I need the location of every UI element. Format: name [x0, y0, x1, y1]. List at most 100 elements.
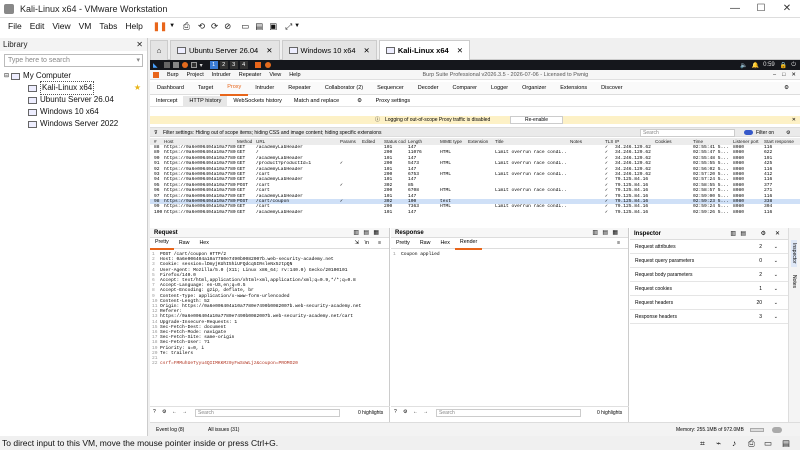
layout-icon-2[interactable]: ▤ — [740, 228, 746, 240]
tree-vm-win10[interactable]: Windows 10 x64 — [0, 106, 147, 118]
chevron-down-icon[interactable]: ⌄ — [774, 310, 778, 324]
workspace-4[interactable]: 4 — [239, 61, 248, 69]
response-tab-render[interactable]: Render — [454, 237, 483, 250]
collapse-icon[interactable]: ⊟ — [4, 70, 9, 82]
table-header[interactable]: # Host Method URL Params Edited Status code Len… — [150, 138, 800, 145]
side-tab-notes[interactable]: Notes — [791, 275, 797, 288]
chevron-down-icon[interactable]: ⌄ — [774, 254, 778, 268]
panel-menu-icon[interactable]: ▾ — [200, 62, 203, 69]
inspector-section[interactable]: Request attributes 2 ⌄ — [630, 240, 788, 254]
workspace-3[interactable]: 3 — [229, 61, 238, 69]
menu-file[interactable]: File — [8, 21, 22, 31]
burp-maximize-button[interactable]: □ — [782, 72, 785, 78]
panel-app-icon[interactable] — [163, 62, 170, 68]
dropdown-icon[interactable]: ▼ — [169, 23, 175, 29]
table-row[interactable]: 100 https://0a6e006404a10a7780... GET/acad… — [150, 210, 800, 215]
subtab-intercept[interactable]: Intercept — [150, 96, 183, 107]
library-search-input[interactable]: Type here to search ▾ — [4, 54, 143, 67]
chevron-down-icon[interactable]: ⌄ — [774, 282, 778, 296]
newline-icon[interactable]: \n — [365, 238, 369, 249]
layout-icon-3[interactable]: ▦ — [612, 228, 618, 238]
close-inspector-icon[interactable]: ✕ — [775, 228, 780, 240]
library-toggle-icon[interactable]: ▭ — [241, 21, 249, 32]
close-tab-icon[interactable]: ✕ — [457, 41, 463, 61]
tab-logger[interactable]: Logger — [484, 82, 515, 95]
tab-extensions[interactable]: Extensions — [553, 82, 594, 95]
fullscreen-dropdown-icon[interactable]: ▼ — [294, 23, 300, 29]
next-icon[interactable]: → — [182, 409, 187, 415]
layout-icon-3[interactable]: ▦ — [373, 228, 379, 238]
tree-vm-kali[interactable]: Kali-Linux x64 ★ — [0, 81, 147, 95]
send-keys-icon[interactable]: ⎙ — [183, 21, 190, 32]
menu-edit[interactable]: Edit — [30, 21, 45, 31]
network-icon[interactable]: ⌗ — [700, 436, 705, 450]
response-tab-raw[interactable]: Raw — [415, 238, 436, 249]
messages-icon[interactable]: ▤ — [782, 436, 790, 450]
menu-tabs[interactable]: Tabs — [99, 21, 117, 31]
tab-dashboard[interactable]: Dashboard — [150, 82, 191, 95]
pause-icon[interactable]: ❚❚ — [153, 21, 167, 32]
settings-gear-icon[interactable]: ⚙ — [777, 82, 796, 95]
request-tab-raw[interactable]: Raw — [174, 238, 195, 249]
printer-icon[interactable]: ⎙ — [748, 436, 755, 450]
burp-menu-project[interactable]: Project — [187, 72, 204, 78]
close-library-icon[interactable]: ✕ — [136, 38, 143, 51]
next-icon[interactable]: → — [423, 409, 428, 415]
layout-icon-2[interactable]: ▤ — [363, 228, 369, 238]
snapshot-icon[interactable]: ⟲ — [198, 21, 205, 32]
prev-icon[interactable]: ← — [172, 409, 177, 415]
side-tab-inspector[interactable]: Inspector — [791, 240, 797, 267]
request-editor[interactable]: 1 POST /cart/coupon HTTP/2 2 Host: 0a6e0064… — [150, 249, 389, 407]
vm-screen[interactable]: ◣ ▾ 1 2 3 4 🔈 🔔 0:59 🔒 ⏻ Burp Project In… — [150, 60, 800, 436]
subtab-websockets-history[interactable]: WebSockets history — [227, 96, 288, 107]
firefox-icon[interactable] — [181, 62, 188, 68]
burp-menu-burp[interactable]: Burp — [167, 72, 179, 78]
response-tab-pretty[interactable]: Pretty — [391, 238, 415, 249]
tree-vm-ubuntu[interactable]: Ubuntu Server 26.04 — [0, 94, 147, 106]
thumbnail-icon[interactable]: ▤ — [255, 21, 263, 32]
inspector-section[interactable]: Request query parameters 0 ⌄ — [630, 254, 788, 268]
tree-vm-winserver[interactable]: Windows Server 2022 — [0, 118, 147, 130]
layout-icon[interactable]: ▥ — [592, 228, 598, 238]
workspace-1[interactable]: 1 — [209, 61, 218, 69]
inspector-section[interactable]: Response headers 3 ⌄ — [630, 310, 788, 324]
response-search-input[interactable]: Search — [436, 409, 581, 417]
filter-bar[interactable]: ⊽ Filter settings: Hiding out of scope i… — [150, 127, 800, 137]
history-search-input[interactable]: Search — [640, 129, 735, 137]
usb-icon[interactable]: ⌁ — [716, 436, 721, 450]
tab-organizer[interactable]: Organizer — [515, 82, 553, 95]
layout-icon[interactable]: ▥ — [353, 228, 359, 238]
display-icon[interactable]: ▭ — [764, 436, 772, 450]
kali-menu-icon[interactable]: ◣ — [153, 62, 158, 69]
menu-icon[interactable]: ≡ — [617, 238, 620, 249]
revert-icon[interactable]: ⟳ — [211, 21, 218, 32]
prev-icon[interactable]: ← — [413, 409, 418, 415]
event-log-button[interactable]: Event log (8) — [156, 423, 184, 437]
settings-icon[interactable]: ⚙ — [403, 409, 407, 415]
manage-snapshots-icon[interactable]: ⊘ — [224, 21, 231, 32]
burp-menu-intruder[interactable]: Intruder — [212, 72, 231, 78]
subtab-http-history[interactable]: HTTP history — [183, 95, 228, 107]
burp-close-button[interactable]: ✕ — [791, 72, 796, 78]
all-issues-button[interactable]: All issues (31) — [208, 423, 239, 437]
tab-sequencer[interactable]: Sequencer — [370, 82, 411, 95]
menu-vm[interactable]: VM — [79, 21, 92, 31]
search-dropdown-icon[interactable]: ▾ — [136, 55, 140, 66]
tab-discover[interactable]: Discover — [594, 82, 629, 95]
burp-menu-view[interactable]: View — [269, 72, 281, 78]
taskbar-burp-icon[interactable] — [254, 62, 261, 68]
request-search-input[interactable]: Search — [195, 409, 340, 417]
response-view[interactable]: 1 Coupon applied — [391, 249, 628, 257]
lock-icon[interactable]: 🔒 — [780, 62, 787, 69]
wrap-icon[interactable]: ⇲ — [355, 238, 359, 249]
filter-toggle[interactable] — [744, 130, 753, 135]
tab-home[interactable]: ⌂ — [150, 40, 168, 60]
sound-icon[interactable]: ♪ — [732, 436, 736, 450]
chevron-down-icon[interactable]: ⌄ — [774, 268, 778, 282]
console-icon[interactable]: ▣ — [269, 21, 277, 32]
dismiss-notice-icon[interactable]: ✕ — [792, 116, 796, 124]
memory-toggle[interactable] — [772, 427, 782, 433]
help-icon[interactable]: ? — [153, 409, 156, 415]
request-tab-pretty[interactable]: Pretty — [150, 237, 174, 250]
help-icon[interactable]: ? — [394, 409, 397, 415]
